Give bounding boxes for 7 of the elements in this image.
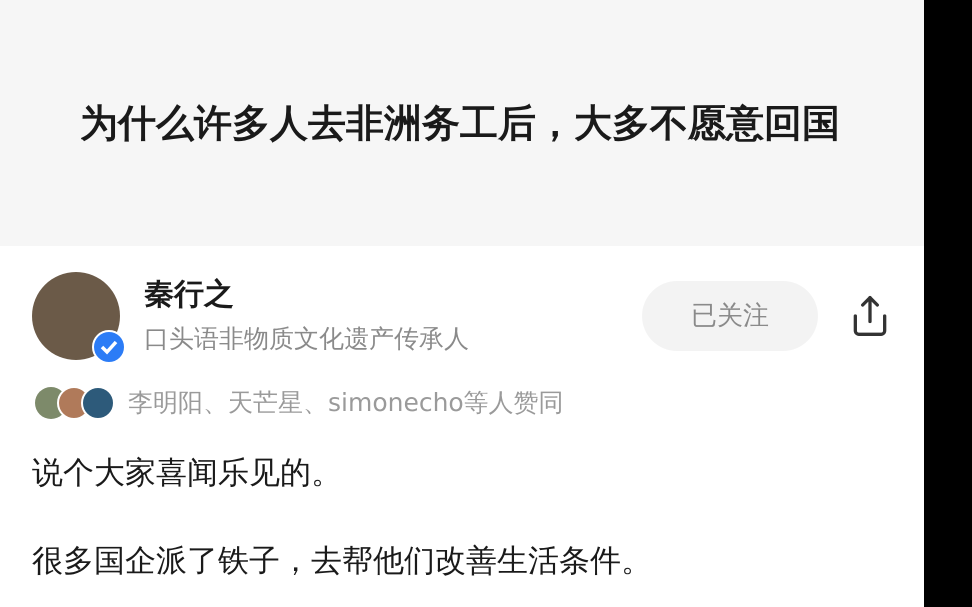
- endorsement-text[interactable]: 李明阳、天芒星、simonecho等人赞同: [128, 384, 564, 422]
- follow-button[interactable]: 已关注: [642, 281, 818, 351]
- question-title: 为什么许多人去非洲务工后，大多不愿意回国: [80, 100, 841, 147]
- author-bio: 口头语非物质文化遗产传承人: [144, 323, 470, 355]
- answer-paragraph: 很多国企派了铁子，去帮他们改善生活条件。: [32, 542, 653, 580]
- author-name[interactable]: 秦行之: [144, 275, 642, 315]
- answer-paragraph: 说个大家喜闻乐见的。: [32, 454, 343, 492]
